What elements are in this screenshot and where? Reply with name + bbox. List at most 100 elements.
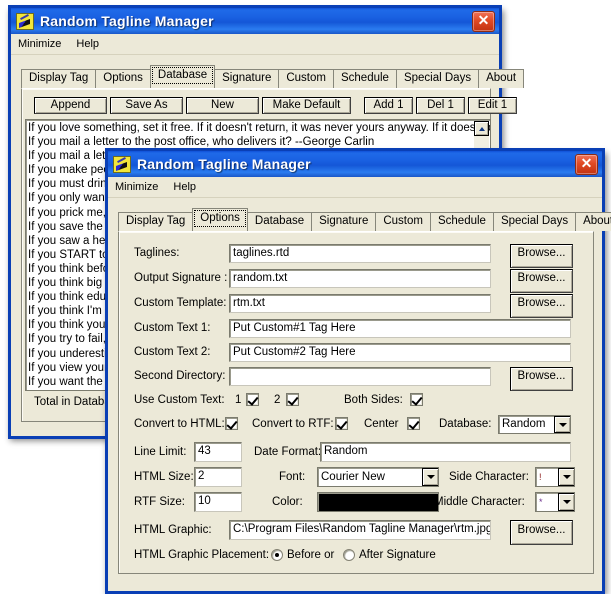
tab-schedule[interactable]: Schedule [429,212,494,231]
output-signature-label: Output Signature : [134,272,228,284]
new-button[interactable]: New [186,97,259,114]
convert-to-html-label: Convert to HTML: [134,418,225,430]
custom-text-2-input[interactable]: Put Custom#2 Tag Here [229,343,571,362]
database-label: Database: [439,418,492,430]
tab-about[interactable]: About [575,212,611,231]
back-window-tabstrip[interactable]: Display Tag Options Database Signature C… [11,65,525,88]
del-1-button[interactable]: Del 1 [416,97,465,114]
convert-to-rtf-label: Convert to RTF: [252,418,334,430]
both-sides-checkbox[interactable] [410,393,423,406]
add-1-button[interactable]: Add 1 [364,97,413,114]
custom-template-label: Custom Template: [134,297,227,309]
second-directory-label: Second Directory: [134,370,226,382]
custom-template-input[interactable]: rtm.txt [229,294,491,313]
browse-output-signature-button[interactable]: Browse... [510,269,573,293]
back-window-menubar[interactable]: Minimize Help [11,34,499,55]
placement-after-label: After Signature [359,549,436,561]
tab-signature[interactable]: Signature [214,69,280,88]
browse-custom-template-button[interactable]: Browse... [510,294,573,318]
front-window-menubar[interactable]: Minimize Help [108,177,602,198]
use-custom-text-1-checkbox[interactable] [246,393,259,406]
use-custom-text-2-checkbox[interactable] [286,393,299,406]
menu-item-help[interactable]: Help [76,38,99,50]
output-signature-input[interactable]: random.txt [229,269,491,288]
browse-second-directory-button[interactable]: Browse... [510,367,573,391]
html-size-input[interactable]: 2 [194,467,242,487]
center-checkbox[interactable] [407,417,420,430]
browse-html-graphic-button[interactable]: Browse... [510,520,573,545]
make-default-button[interactable]: Make Default [262,97,351,114]
chevron-down-icon[interactable] [558,493,574,511]
menu-item-minimize[interactable]: Minimize [18,38,61,50]
chevron-down-icon[interactable] [558,468,574,486]
tab-special-days[interactable]: Special Days [395,69,480,88]
options-tabpanel: Taglines: taglines.rtd Browse... Output … [118,231,594,574]
second-directory-input[interactable] [229,367,491,386]
placement-before-radio[interactable] [271,549,283,561]
back-window-button-row: Append Save As New Make Default Add 1 De… [34,97,517,114]
convert-to-rtf-checkbox[interactable] [335,417,348,430]
font-select-value: Courier New [321,470,385,483]
line-limit-input[interactable]: 43 [194,442,242,462]
rtf-size-input[interactable]: 10 [194,492,242,512]
tab-options[interactable]: Options [95,69,151,88]
menu-item-minimize[interactable]: Minimize [115,181,158,193]
taglines-label: Taglines: [134,247,180,259]
convert-to-html-checkbox[interactable] [225,417,238,430]
save-as-button[interactable]: Save As [110,97,183,114]
date-format-label: Date Format: [254,446,322,458]
front-window-tabstrip[interactable]: Display Tag Options Database Signature C… [108,208,611,231]
tab-about[interactable]: About [478,69,525,88]
taglines-input[interactable]: taglines.rtd [229,244,491,263]
tab-custom[interactable]: Custom [375,212,431,231]
line-limit-label: Line Limit: [134,446,187,458]
use-custom-text-label: Use Custom Text: [134,394,225,406]
html-graphic-input[interactable]: C:\Program Files\Random Tagline Manager\… [229,520,491,540]
middle-character-select[interactable]: * [535,492,575,512]
edit-1-button[interactable]: Edit 1 [468,97,517,114]
append-button[interactable]: Append [34,97,107,114]
menu-item-help[interactable]: Help [173,181,196,193]
list-item[interactable]: If you love something, set it free. If i… [28,121,490,135]
back-window-titlebar[interactable]: Random Tagline Manager ✕ [8,5,502,34]
custom-text-1-input[interactable]: Put Custom#1 Tag Here [229,319,571,338]
scroll-up-icon[interactable] [474,121,489,136]
date-format-input[interactable]: Random [320,442,571,462]
tab-signature[interactable]: Signature [311,212,377,231]
html-graphic-placement-label: HTML Graphic Placement: [134,549,270,561]
middle-character-value: * [539,496,543,507]
tab-custom[interactable]: Custom [278,69,334,88]
font-select[interactable]: Courier New [317,467,439,487]
color-label: Color: [272,496,303,508]
tab-database[interactable]: Database [149,65,216,86]
tab-options[interactable]: Options [192,208,248,229]
database-select[interactable]: Random [498,415,571,434]
color-swatch[interactable] [317,492,439,512]
tab-display-tag[interactable]: Display Tag [118,212,194,231]
chevron-down-icon[interactable] [422,468,438,486]
back-window-title: Random Tagline Manager [40,13,214,29]
custom-text-1-label: Custom Text 1: [134,322,211,334]
tab-database[interactable]: Database [246,212,313,231]
custom-text-1-number: 1 [235,394,242,406]
chevron-down-icon[interactable] [554,416,570,433]
app-icon [113,155,131,173]
screen: Random Tagline Manager ✕ Minimize Help D… [0,0,611,594]
close-icon[interactable]: ✕ [575,153,598,175]
tab-special-days[interactable]: Special Days [492,212,577,231]
placement-before-label: Before or [287,549,335,561]
browse-taglines-button[interactable]: Browse... [510,244,573,268]
placement-after-radio[interactable] [343,549,355,561]
close-icon[interactable]: ✕ [472,10,495,32]
front-window-title: Random Tagline Manager [137,156,311,172]
tab-display-tag[interactable]: Display Tag [21,69,97,88]
center-label: Center [364,418,399,430]
front-window[interactable]: Random Tagline Manager ✕ Minimize Help D… [105,148,611,594]
app-icon [16,12,34,30]
side-character-label: Side Character: [449,471,529,483]
font-label: Font: [279,471,306,483]
side-character-select[interactable]: ! [535,467,575,487]
middle-character-label: Middle Character: [434,496,525,508]
front-window-titlebar[interactable]: Random Tagline Manager ✕ [105,148,605,177]
tab-schedule[interactable]: Schedule [332,69,397,88]
